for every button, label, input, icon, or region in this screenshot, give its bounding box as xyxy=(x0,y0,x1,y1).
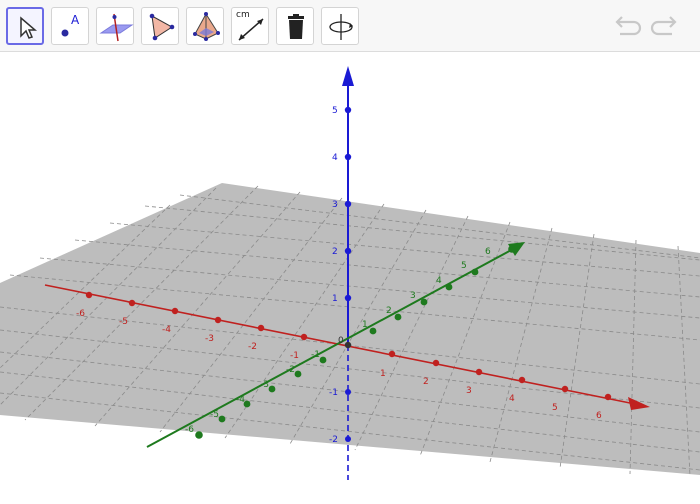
z-tick-p1 xyxy=(344,294,352,302)
y-tick-m5 xyxy=(218,415,226,423)
pyramid-icon xyxy=(193,12,220,41)
z-tick-m1 xyxy=(345,389,351,395)
y-tick-p1 xyxy=(369,327,377,335)
redo-icon xyxy=(650,16,677,36)
move-tool-button[interactable] xyxy=(6,7,44,45)
x-tick-p5 xyxy=(561,385,569,393)
x-label-p4: 4 xyxy=(509,394,515,404)
x-tick-p3 xyxy=(475,368,483,376)
rotate-3d-icon xyxy=(329,14,353,40)
plane-icon xyxy=(99,13,134,42)
y-label-p5: 5 xyxy=(461,261,467,271)
x-label-m2: -2 xyxy=(248,342,257,352)
point-tool-label: A xyxy=(71,13,80,27)
z-label-p5: 5 xyxy=(332,106,338,116)
y-tick-p6 xyxy=(508,245,516,253)
undo-icon xyxy=(615,16,642,36)
x-label-m5: -5 xyxy=(119,317,128,327)
y-label-p3: 3 xyxy=(410,291,416,301)
y-label-p2: 2 xyxy=(386,306,392,316)
x-tick-m6 xyxy=(85,291,93,299)
y-tick-p2 xyxy=(394,313,402,321)
trash-icon xyxy=(288,14,304,39)
y-label-m6: -6 xyxy=(185,425,194,435)
x-tick-p4 xyxy=(518,376,526,384)
redo-button[interactable] xyxy=(650,12,680,42)
arrow-cursor-icon xyxy=(20,16,38,39)
origin-label: 0 xyxy=(338,336,344,346)
x-tick-m3 xyxy=(214,316,222,324)
y-tick-m6 xyxy=(195,431,203,439)
y-tick-p5 xyxy=(471,268,479,276)
x-tick-m2 xyxy=(257,324,265,332)
x-label-m1: -1 xyxy=(290,351,299,361)
y-label-m2: -2 xyxy=(286,365,295,375)
delete-tool-button[interactable] xyxy=(276,7,314,45)
z-tick-p4 xyxy=(344,153,352,161)
z-tick-p2 xyxy=(344,247,352,255)
z-label-p1: 1 xyxy=(332,294,338,304)
y-label-m1: -1 xyxy=(311,350,320,360)
polygon-tool-button[interactable] xyxy=(141,7,179,45)
distance-tool-button[interactable]: cm xyxy=(231,7,269,45)
x-tick-m5 xyxy=(128,299,136,307)
z-axis-arrowhead xyxy=(342,66,354,86)
y-tick-m3 xyxy=(268,385,276,393)
undo-button[interactable] xyxy=(612,12,642,42)
z-label-p2: 2 xyxy=(332,247,338,257)
z-tick-p3 xyxy=(344,200,352,208)
x-label-p2: 2 xyxy=(423,377,429,387)
z-tick-m2 xyxy=(345,436,351,442)
z-tick-p5 xyxy=(344,106,352,114)
x-label-m4: -4 xyxy=(162,325,171,335)
x-label-p5: 5 xyxy=(552,403,558,413)
z-label-m2: -2 xyxy=(329,435,338,445)
z-label-p4: 4 xyxy=(332,153,338,163)
x-label-p1: 1 xyxy=(380,369,386,379)
origin-point xyxy=(344,341,352,349)
z-label-p3: 3 xyxy=(332,200,338,210)
x-tick-m4 xyxy=(171,307,179,315)
y-label-p6: 6 xyxy=(485,247,491,257)
z-label-m1: -1 xyxy=(329,388,338,398)
point-tool-button[interactable]: A xyxy=(51,7,89,45)
y-tick-p4 xyxy=(445,283,453,291)
y-tick-p3 xyxy=(420,298,428,306)
y-label-m3: -3 xyxy=(260,380,269,390)
y-label-m5: -5 xyxy=(210,410,219,420)
x-label-m6: -6 xyxy=(76,309,85,319)
triangle-icon xyxy=(149,13,175,41)
y-tick-m2 xyxy=(294,370,302,378)
pyramid-tool-button[interactable] xyxy=(186,7,224,45)
x-tick-p6 xyxy=(604,393,612,401)
x-label-p6: 6 xyxy=(596,411,602,421)
graphics-3d-view[interactable]: -6 -5 -4 -3 -2 -1 1 2 3 4 5 6 1 2 3 4 5 … xyxy=(0,52,700,500)
y-label-m4: -4 xyxy=(236,395,245,405)
x-label-p3: 3 xyxy=(466,386,472,396)
plane-tool-button[interactable] xyxy=(96,7,134,45)
rotate-view-tool-button[interactable] xyxy=(321,7,359,45)
y-tick-m1 xyxy=(319,356,327,364)
toolbar: A cm xyxy=(0,0,700,52)
x-tick-p2 xyxy=(432,359,440,367)
x-tick-m1 xyxy=(300,333,308,341)
x-label-m3: -3 xyxy=(205,334,214,344)
graphics-3d-canvas[interactable]: -6 -5 -4 -3 -2 -1 1 2 3 4 5 6 1 2 3 4 5 … xyxy=(0,52,700,500)
distance-tool-label: cm xyxy=(236,10,250,20)
y-label-p4: 4 xyxy=(436,276,442,286)
y-label-p1: 1 xyxy=(362,320,368,330)
x-tick-p1 xyxy=(388,350,396,358)
